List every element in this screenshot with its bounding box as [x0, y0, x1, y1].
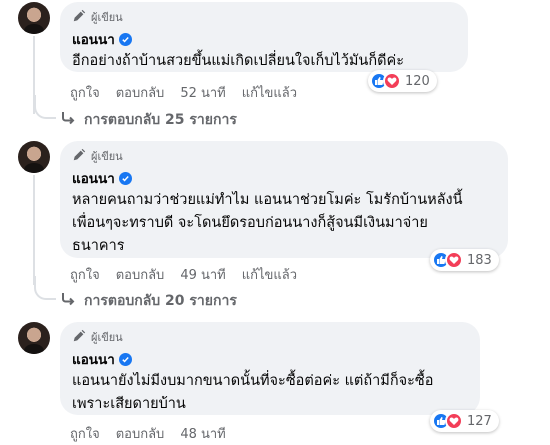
author-badge: ผู้เขียน [72, 329, 468, 345]
comment-text: แอนนายังไม่มีงบมากขนาดนั้นที่จะซื้อต่อค่… [72, 373, 434, 412]
love-reaction-icon [445, 251, 463, 269]
reply-button[interactable]: ตอบกลับ [116, 264, 165, 285]
verified-check-icon [118, 32, 132, 46]
comment-bubble: ผู้เขียน แอนนา หลายคนถามว่าช่วยแม่ทำไม แ… [60, 141, 508, 258]
avatar[interactable] [18, 141, 50, 173]
author-badge: ผู้เขียน [72, 148, 496, 164]
like-button[interactable]: ถูกใจ [70, 423, 100, 444]
thread-line [33, 175, 35, 285]
reply-arrow-icon [60, 291, 76, 311]
reaction-count: 120 [405, 73, 430, 89]
love-reaction-icon [383, 72, 401, 90]
reply-button[interactable]: ตอบกลับ [116, 82, 165, 103]
author-badge-label: ผู้เขียน [91, 11, 123, 24]
avatar[interactable] [18, 322, 50, 354]
view-replies-label: การตอบกลับ 20 รายการ [84, 293, 237, 309]
view-replies-button[interactable]: การตอบกลับ 25 รายการ [34, 95, 237, 131]
reaction-summary[interactable]: 127 [430, 410, 499, 432]
reaction-summary[interactable]: 120 [368, 70, 437, 92]
reaction-summary[interactable]: 183 [430, 249, 499, 271]
comment-bubble: ผู้เขียน แอนนา อีกอย่างถ้าบ้านสวยขึ้นแม่… [60, 2, 468, 72]
author-badge: ผู้เขียน [72, 9, 456, 25]
love-reaction-icon [445, 412, 463, 430]
author-name[interactable]: แอนนา [72, 28, 115, 50]
edited-label[interactable]: แก้ไขแล้ว [242, 264, 297, 285]
comment-timestamp[interactable]: 48 นาที [180, 423, 225, 444]
reply-arrow-icon [60, 110, 76, 130]
comment-actions: ถูกใจ ตอบกลับ 49 นาที แก้ไขแล้ว [70, 264, 297, 285]
author-badge-label: ผู้เขียน [91, 331, 123, 344]
like-button[interactable]: ถูกใจ [70, 82, 100, 103]
reaction-count: 127 [467, 413, 492, 429]
reaction-count: 183 [467, 252, 492, 268]
comment-text: หลายคนถามว่าช่วยแม่ทำไม แอนนาช่วยโมค่ะ โ… [72, 192, 463, 254]
avatar[interactable] [18, 2, 50, 34]
comment-actions: ถูกใจ ตอบกลับ 48 นาที [70, 423, 226, 444]
pencil-icon [72, 9, 86, 26]
like-button[interactable]: ถูกใจ [70, 264, 100, 285]
comment-bubble: ผู้เขียน แอนนา แอนนายังไม่มีงบมากขนาดนั้… [60, 322, 480, 415]
verified-check-icon [118, 171, 132, 185]
author-badge-label: ผู้เขียน [91, 150, 123, 163]
comment-timestamp[interactable]: 49 นาที [180, 264, 225, 285]
pencil-icon [72, 148, 86, 165]
view-replies-label: การตอบกลับ 25 รายการ [84, 112, 237, 128]
author-name[interactable]: แอนนา [72, 167, 115, 189]
edited-label[interactable]: แก้ไขแล้ว [242, 82, 297, 103]
comment-timestamp[interactable]: 52 นาที [180, 82, 225, 103]
comment-actions: ถูกใจ ตอบกลับ 52 นาที แก้ไขแล้ว [70, 82, 297, 103]
verified-check-icon [118, 352, 132, 366]
pencil-icon [72, 329, 86, 346]
reply-button[interactable]: ตอบกลับ [116, 423, 165, 444]
author-name[interactable]: แอนนา [72, 348, 115, 370]
view-replies-button[interactable]: การตอบกลับ 20 รายการ [34, 276, 237, 312]
